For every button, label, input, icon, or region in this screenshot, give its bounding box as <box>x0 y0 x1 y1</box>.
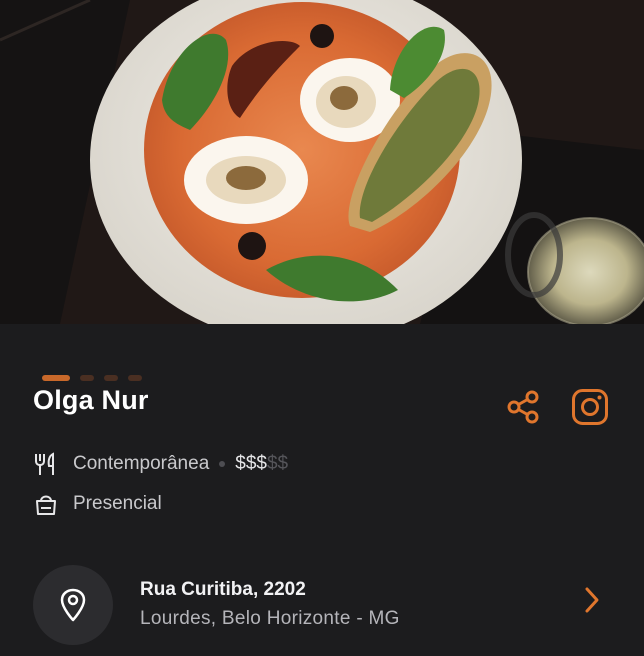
carousel-dot[interactable] <box>128 375 142 381</box>
price-level-active: $$$ <box>235 453 267 474</box>
chevron-right-icon[interactable] <box>578 586 606 614</box>
address-card[interactable]: Rua Curitiba, 2202 Lourdes, Belo Horizon… <box>0 560 644 656</box>
map-pin-icon <box>60 588 86 622</box>
service-mode-label: Presencial <box>73 493 162 514</box>
address-street: Rua Curitiba, 2202 <box>140 579 306 600</box>
carousel-dot-active[interactable] <box>42 375 70 381</box>
info-panel: Olga Nur Contemporânea $$$ $$ Presencial… <box>0 324 644 656</box>
separator-dot <box>219 461 226 467</box>
cuisine-row: Contemporânea $$$ $$ <box>33 450 288 478</box>
location-badge <box>33 565 113 645</box>
carousel-dot[interactable] <box>104 375 118 381</box>
address-area: Lourdes, Belo Horizonte - MG <box>140 608 400 629</box>
share-button[interactable] <box>503 387 543 427</box>
restaurant-detail-screen: Olga Nur Contemporânea $$$ $$ Presencial… <box>0 0 644 656</box>
share-icon <box>507 390 539 424</box>
restaurant-name: Olga Nur <box>33 385 149 415</box>
hero-photo[interactable] <box>0 0 644 324</box>
instagram-icon <box>572 389 608 425</box>
carousel-indicator <box>42 375 142 381</box>
service-mode-row: Presencial <box>33 490 162 518</box>
dish-illustration <box>0 0 644 324</box>
instagram-button[interactable] <box>570 387 610 427</box>
shopping-bag-icon <box>33 491 59 517</box>
price-level-inactive: $$ <box>266 453 289 474</box>
cuisine-label: Contemporânea <box>73 453 210 474</box>
carousel-dot[interactable] <box>80 375 94 381</box>
fork-knife-icon <box>33 451 59 477</box>
